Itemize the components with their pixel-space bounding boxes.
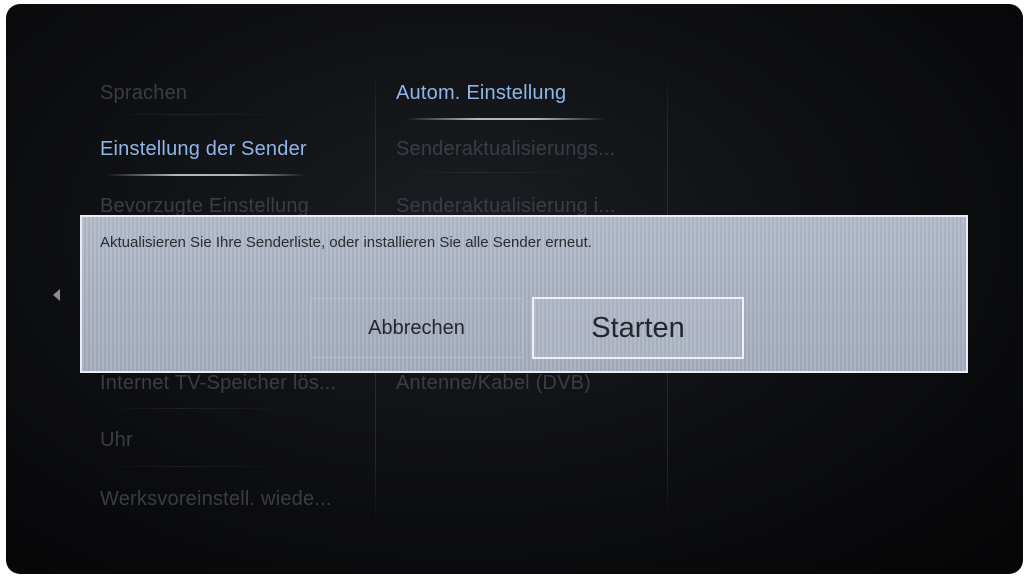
- submenu-item-antenne-kabel[interactable]: Antenne/Kabel (DVB): [396, 372, 591, 395]
- submenu-item-autom-einstellung[interactable]: Autom. Einstellung: [396, 82, 566, 105]
- back-arrow-icon[interactable]: [53, 289, 60, 301]
- menu-separator: [100, 466, 300, 467]
- menu-item-uhr[interactable]: Uhr: [100, 429, 133, 452]
- menu-separator: [100, 408, 300, 409]
- selection-underline: [106, 174, 306, 176]
- dialog-message: Aktualisieren Sie Ihre Senderliste, oder…: [100, 234, 592, 251]
- submenu-item-senderaktualisierungs[interactable]: Senderaktualisierungs...: [396, 138, 615, 161]
- channel-install-dialog: Aktualisieren Sie Ihre Senderliste, oder…: [80, 215, 968, 373]
- menu-separator: [100, 114, 300, 115]
- menu-item-einstellung-der-sender[interactable]: Einstellung der Sender: [100, 138, 307, 161]
- menu-separator: [396, 172, 596, 173]
- menu-item-internet-tv-speicher[interactable]: Internet TV-Speicher lös...: [100, 372, 336, 395]
- selection-underline: [406, 118, 606, 120]
- menu-item-sprachen[interactable]: Sprachen: [100, 82, 187, 105]
- menu-item-werksvoreinstellung[interactable]: Werksvoreinstell. wiede...: [100, 488, 332, 511]
- start-button[interactable]: Starten: [532, 297, 744, 359]
- cancel-button[interactable]: Abbrechen: [310, 298, 523, 358]
